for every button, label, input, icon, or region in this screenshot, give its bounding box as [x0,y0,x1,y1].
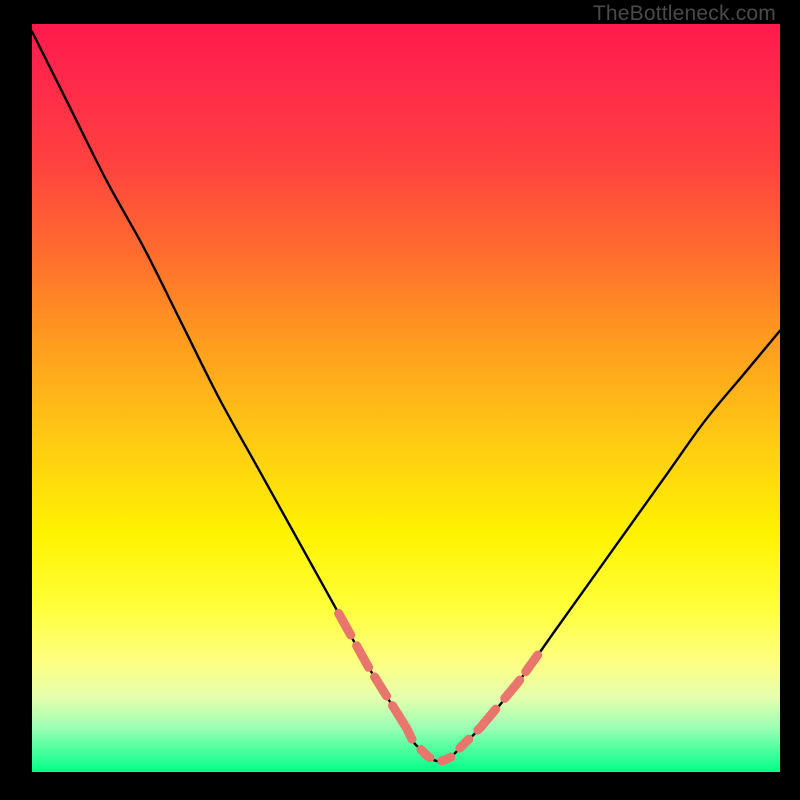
bottleneck-curve [32,24,780,772]
dash-group [339,613,405,724]
curve-path [32,31,780,761]
dash-group [481,655,538,727]
dash-group [406,727,481,761]
plot-area [32,24,780,772]
watermark-text: TheBottleneck.com [593,2,776,26]
chart-frame: TheBottleneck.com [0,0,800,800]
